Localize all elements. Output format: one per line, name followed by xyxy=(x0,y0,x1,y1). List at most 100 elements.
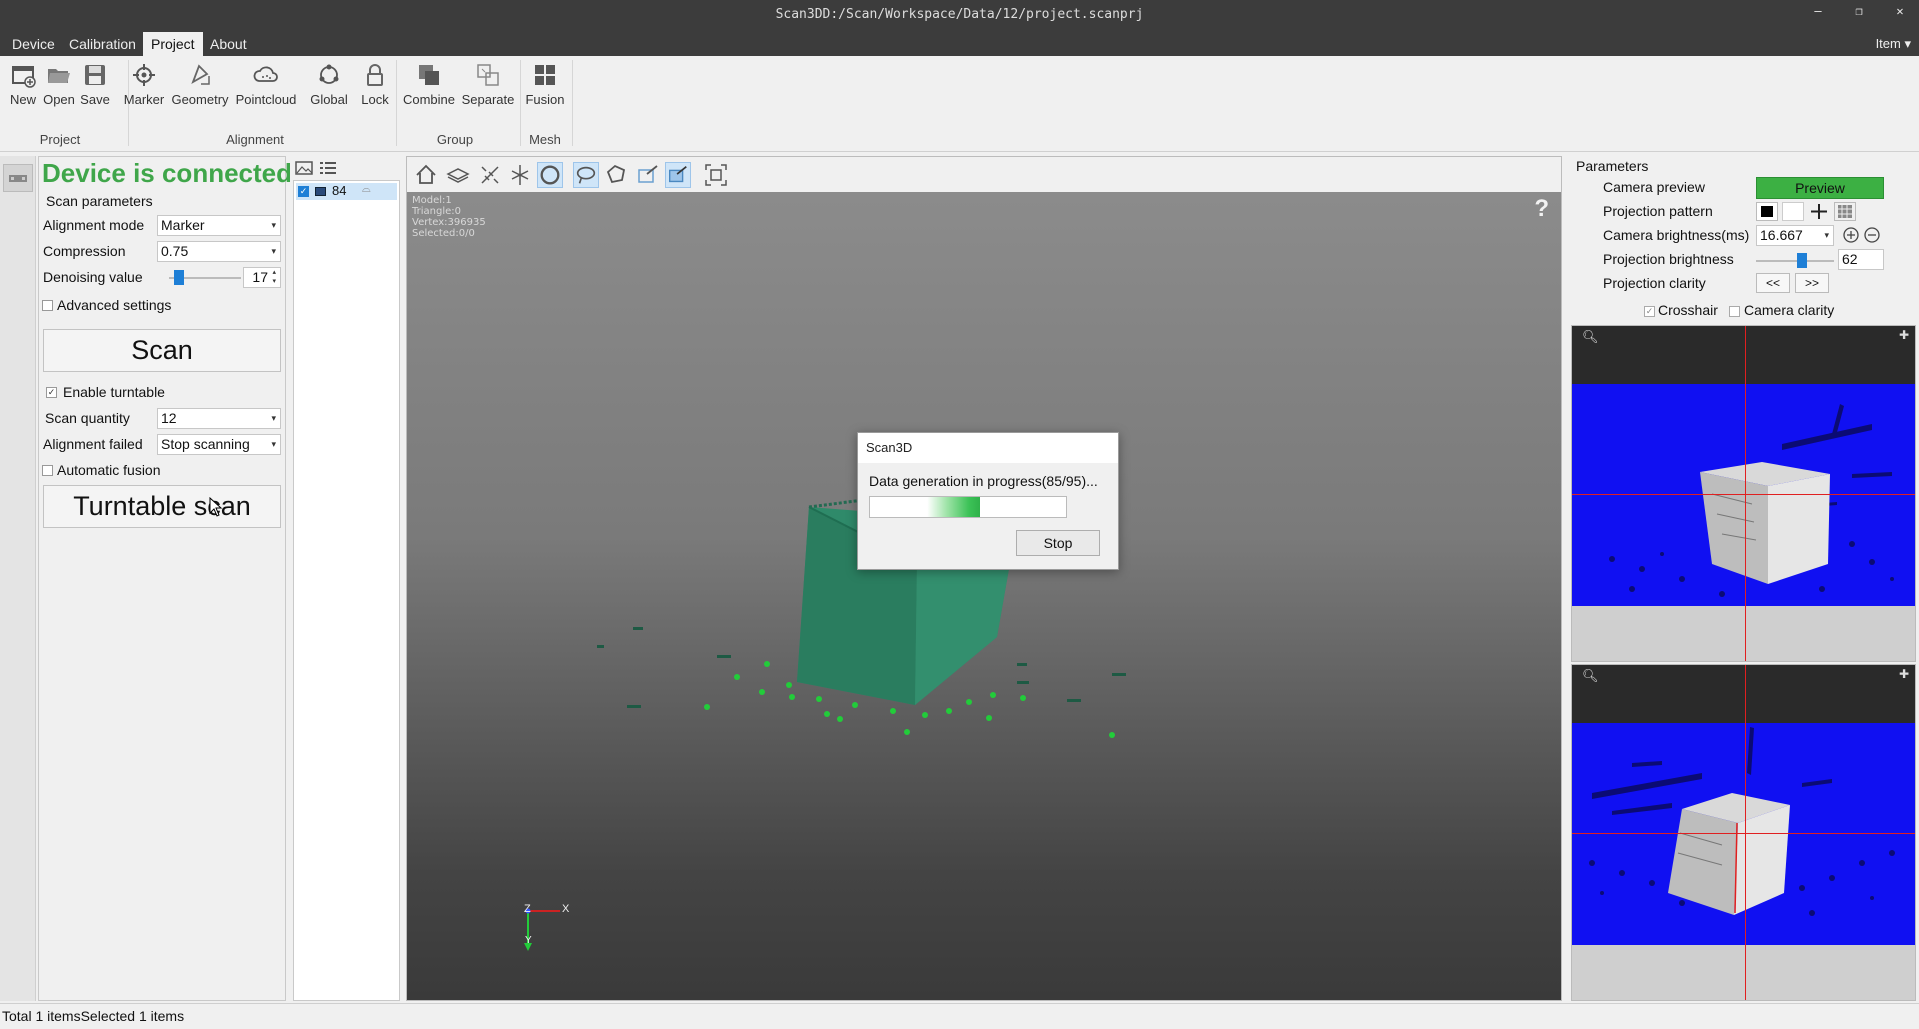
menu-item-label: Item xyxy=(1875,36,1901,51)
camera-clarity-checkbox[interactable] xyxy=(1729,306,1740,317)
select-visible-icon[interactable] xyxy=(665,162,691,188)
pattern-grid-button[interactable] xyxy=(1834,202,1856,221)
3d-viewport[interactable]: Model:1 Triangle:0 Vertex:396935 Selecte… xyxy=(406,156,1562,1001)
measure-icon[interactable] xyxy=(477,162,503,188)
chevron-down-icon: ▾ xyxy=(271,439,276,449)
menu-calibration[interactable]: Calibration xyxy=(61,32,144,56)
image-icon xyxy=(295,161,313,175)
item-list-panel: ✓ 84 ⌓ xyxy=(290,156,403,1001)
close-button[interactable]: ✕ xyxy=(1885,4,1915,24)
compression-select[interactable]: 0.75 ▾ xyxy=(157,241,281,262)
denoising-value: 17 xyxy=(252,269,268,285)
denoising-slider-handle[interactable] xyxy=(174,270,184,285)
turntable-scan-button[interactable]: Turntable scan xyxy=(43,485,281,528)
pin-icon[interactable]: ✚ xyxy=(1899,328,1909,342)
dock-tab[interactable] xyxy=(3,164,33,192)
projection-brightness-input[interactable]: 62 xyxy=(1838,249,1884,270)
pattern-cross-button[interactable] xyxy=(1808,202,1830,221)
ribbon-toolbar: New Open Save Project Marker Geometry Po… xyxy=(0,56,1919,152)
image-view-tab[interactable] xyxy=(294,159,314,177)
zoom-icon[interactable]: 🔍︎ xyxy=(1582,329,1599,345)
geometry-button[interactable]: Geometry xyxy=(170,62,230,107)
brightness-decrease-button[interactable] xyxy=(1863,226,1881,244)
menu-bar: Device Calibration Project About Item ▾ xyxy=(0,30,1919,56)
orbit-icon[interactable] xyxy=(537,162,563,188)
clarity-next-button[interactable]: >> xyxy=(1795,273,1829,293)
camera-brightness-label: Camera brightness(ms) xyxy=(1603,227,1750,243)
vertex-count: Vertex:396935 xyxy=(412,217,486,228)
list-icon xyxy=(320,162,336,174)
item-checkbox[interactable]: ✓ xyxy=(298,186,309,197)
alignment-failed-label: Alignment failed xyxy=(43,436,143,452)
scan-quantity-label: Scan quantity xyxy=(45,410,130,426)
brightness-increase-button[interactable] xyxy=(1842,226,1860,244)
marker-button[interactable]: Marker xyxy=(122,62,166,107)
menu-device[interactable]: Device xyxy=(4,32,63,56)
camera-brightness-spinbox[interactable]: 16.667 ▾ xyxy=(1756,225,1834,246)
list-item[interactable]: ✓ 84 ⌓ xyxy=(296,183,397,200)
projection-brightness-slider-track[interactable] xyxy=(1756,260,1834,262)
menu-project[interactable]: Project xyxy=(143,32,203,56)
crosshair-checkbox[interactable]: ✓ xyxy=(1644,306,1655,317)
stop-button[interactable]: Stop xyxy=(1016,530,1100,556)
group-alignment: Alignment xyxy=(226,132,284,147)
list-view-tab[interactable] xyxy=(318,159,338,177)
group-group: Group xyxy=(436,132,474,147)
automatic-fusion-checkbox[interactable] xyxy=(42,465,53,476)
separate-button[interactable]: Separate xyxy=(460,62,516,107)
menu-about[interactable]: About xyxy=(202,32,255,56)
alignment-failed-select[interactable]: Stop scanning ▾ xyxy=(157,434,281,455)
enable-turntable-checkbox[interactable]: ✓ xyxy=(46,387,57,398)
pin-icon[interactable]: ✚ xyxy=(1899,667,1909,681)
pointcloud-button[interactable]: Pointcloud xyxy=(234,62,298,107)
home-view-icon[interactable] xyxy=(413,162,439,188)
lock-button[interactable]: Lock xyxy=(358,62,392,107)
denoising-spinbox[interactable]: 17 ▴ ▾ xyxy=(243,267,281,288)
group-mesh: Mesh xyxy=(529,132,561,147)
camera-view-left[interactable]: 🔍︎ ✚ xyxy=(1571,325,1916,662)
alignment-mode-label: Alignment mode xyxy=(43,217,145,233)
advanced-settings-checkbox[interactable] xyxy=(42,300,53,311)
scan-button[interactable]: Scan xyxy=(43,329,281,372)
fusion-button[interactable]: Fusion xyxy=(522,62,568,107)
scan-quantity-value: 12 xyxy=(161,410,177,426)
minimize-button[interactable]: ‒ xyxy=(1803,4,1833,24)
layers-icon[interactable] xyxy=(445,162,471,188)
alignment-failed-value: Stop scanning xyxy=(161,436,250,452)
select-through-icon[interactable] xyxy=(635,162,661,188)
fit-view-icon[interactable] xyxy=(703,162,729,188)
save-button[interactable]: Save xyxy=(80,62,110,107)
alignment-mode-select[interactable]: Marker ▾ xyxy=(157,215,281,236)
open-button[interactable]: Open xyxy=(42,62,76,107)
global-button[interactable]: Global xyxy=(308,62,350,107)
clarity-prev-button[interactable]: << xyxy=(1756,273,1790,293)
marker-label: Marker xyxy=(123,92,165,107)
pattern-black-button[interactable] xyxy=(1756,202,1778,221)
new-button[interactable]: New xyxy=(8,62,38,107)
new-file-icon xyxy=(12,66,36,88)
scan-quantity-select[interactable]: 12 ▾ xyxy=(157,408,281,429)
preview-button[interactable]: Preview xyxy=(1756,177,1884,199)
progress-fill xyxy=(870,497,980,517)
lock-label: Lock xyxy=(361,92,389,107)
lock-icon xyxy=(367,64,383,86)
polygon-select-icon[interactable] xyxy=(603,162,629,188)
camera-image-scene xyxy=(1589,727,1895,916)
zoom-icon[interactable]: 🔍︎ xyxy=(1582,668,1599,684)
help-icon[interactable]: ? xyxy=(1534,195,1549,223)
combine-button[interactable]: Combine xyxy=(400,62,458,107)
pattern-white-button[interactable] xyxy=(1782,202,1804,221)
projection-brightness-slider-handle[interactable] xyxy=(1797,253,1807,268)
restore-button[interactable]: ❐ xyxy=(1844,4,1874,24)
menu-item-dropdown[interactable]: Item ▾ xyxy=(1876,32,1911,56)
lasso-select-icon[interactable] xyxy=(573,162,599,188)
camera-view-right[interactable]: 🔍︎ ✚ xyxy=(1571,664,1916,1001)
viewport-toolbar xyxy=(407,157,1561,192)
open-label: Open xyxy=(43,92,75,107)
axis-z-label: Z xyxy=(524,903,531,915)
left-dock-strip xyxy=(0,156,36,1001)
axis-icon[interactable] xyxy=(507,162,533,188)
visibility-icon[interactable]: ⌓ xyxy=(362,183,371,196)
camera-image xyxy=(1572,723,1915,945)
plus-circle-icon xyxy=(1843,227,1859,243)
